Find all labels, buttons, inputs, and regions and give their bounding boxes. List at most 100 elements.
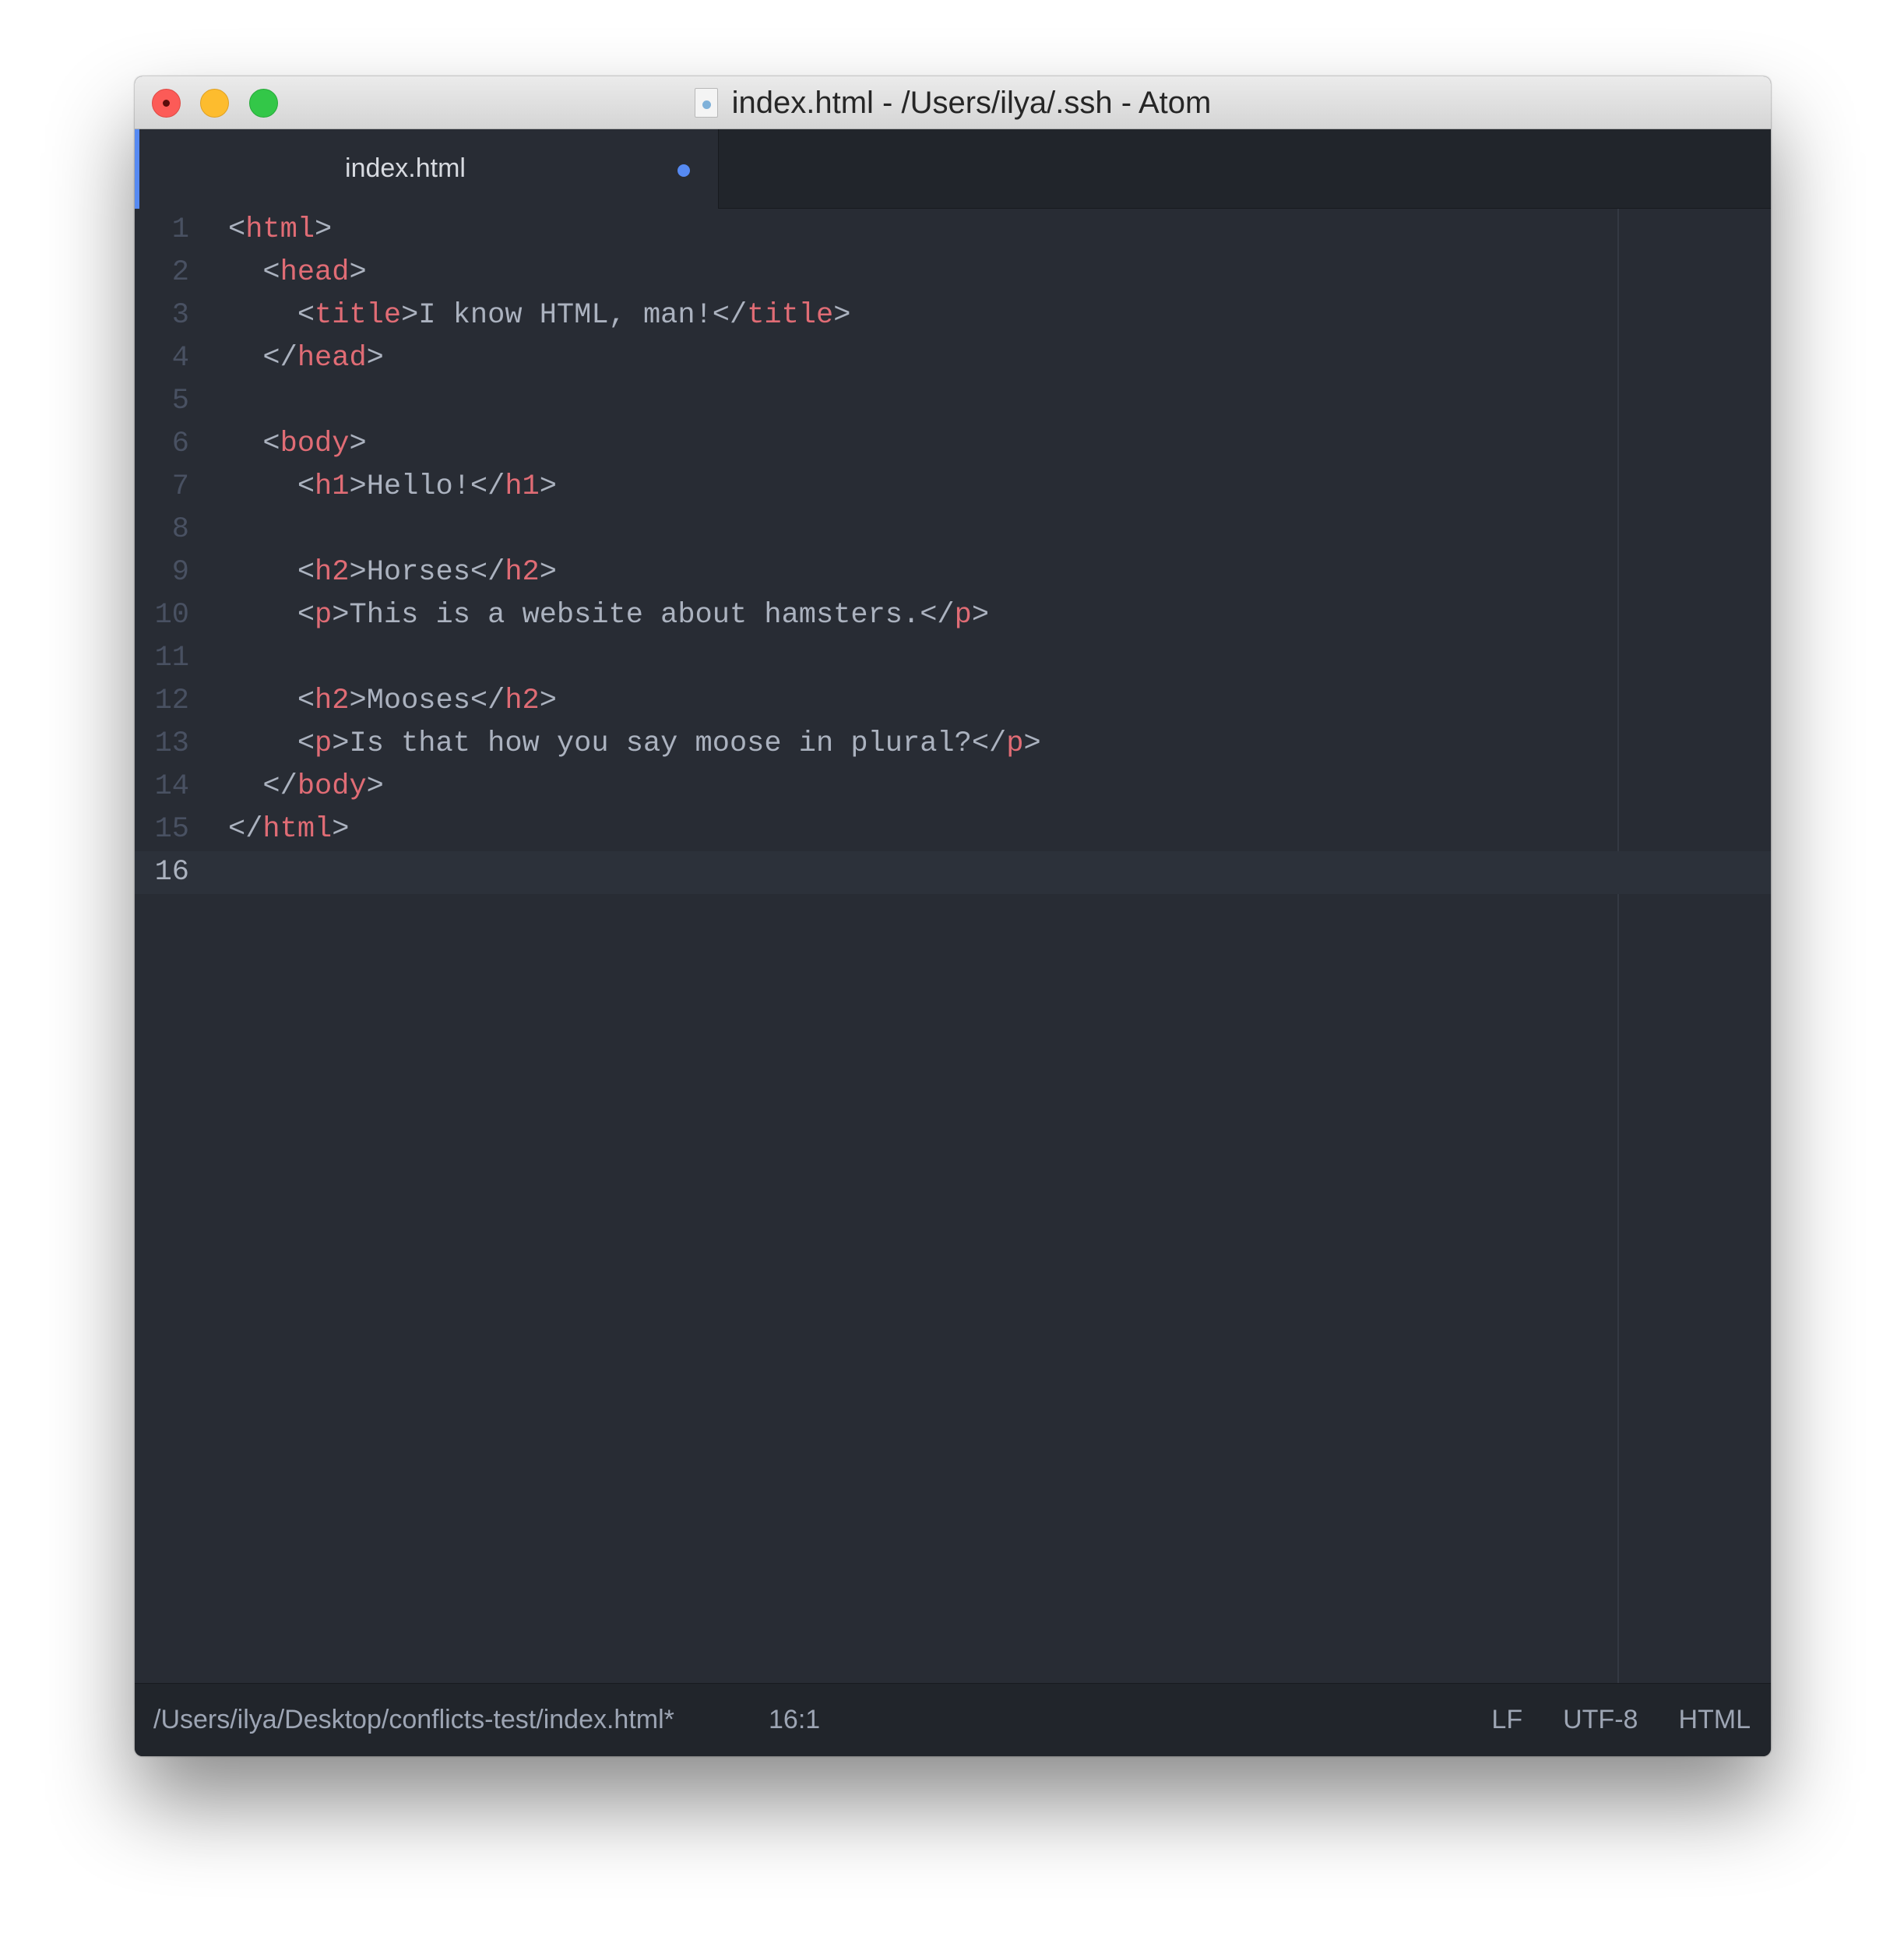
- code-line[interactable]: 6 <body>: [135, 423, 1771, 466]
- token-tag: h2: [505, 685, 540, 717]
- status-file-path[interactable]: /Users/ilya/Desktop/conflicts-test/index…: [153, 1684, 674, 1755]
- token-punc: <: [297, 727, 315, 760]
- line-code: <title>I know HTML, man!</title>: [228, 294, 851, 337]
- code-line[interactable]: 3 <title>I know HTML, man!</title>: [135, 294, 1771, 337]
- line-code: <html>: [228, 209, 332, 252]
- status-line-ending[interactable]: LF: [1491, 1684, 1522, 1755]
- line-code: <h2>Horses</h2>: [228, 551, 557, 594]
- token-punc: <: [297, 599, 315, 632]
- line-code: </body>: [228, 766, 384, 808]
- token-tag: body: [280, 428, 350, 460]
- token-punc: </: [971, 727, 1007, 760]
- atom-window: index.html - /Users/ilya/.ssh - Atom ind…: [135, 76, 1771, 1756]
- token-tag: body: [297, 770, 367, 803]
- code-line[interactable]: 9 <h2>Horses</h2>: [135, 551, 1771, 594]
- token-text: Hello!: [366, 470, 470, 503]
- token-punc: >: [366, 342, 384, 375]
- code-line[interactable]: 12 <h2>Mooses</h2>: [135, 680, 1771, 723]
- token-punc: >: [539, 685, 557, 717]
- line-code: <head>: [228, 252, 367, 294]
- token-punc: >: [1023, 727, 1041, 760]
- token-punc: </: [470, 685, 505, 717]
- token-punc: </: [470, 470, 505, 503]
- code-line[interactable]: 16: [135, 851, 1771, 894]
- line-number: 15: [154, 813, 189, 846]
- code-line[interactable]: 8: [135, 509, 1771, 551]
- document-icon: [694, 88, 718, 118]
- code-line[interactable]: 2 <head>: [135, 252, 1771, 294]
- token-tag: html: [245, 213, 315, 246]
- token-punc: >: [349, 470, 367, 503]
- token-punc: >: [349, 256, 367, 289]
- token-punc: >: [539, 556, 557, 589]
- line-number: 4: [171, 342, 189, 375]
- line-number: 11: [154, 642, 189, 674]
- tab-title: index.html: [345, 153, 466, 183]
- token-punc: </: [228, 813, 263, 846]
- title-bar[interactable]: index.html - /Users/ilya/.ssh - Atom: [135, 76, 1771, 129]
- line-number: 1: [171, 213, 189, 246]
- token-tag: p: [315, 727, 333, 760]
- line-code: <p>This is a website about hamsters.</p>: [228, 594, 989, 637]
- token-punc: <: [262, 428, 280, 460]
- status-bar: /Users/ilya/Desktop/conflicts-test/index…: [135, 1683, 1771, 1756]
- token-tag: h2: [505, 556, 540, 589]
- token-tag: head: [280, 256, 350, 289]
- token-text: I know HTML, man!: [418, 299, 713, 332]
- token-punc: >: [349, 428, 367, 460]
- line-code: </head>: [228, 337, 384, 380]
- status-encoding[interactable]: UTF-8: [1563, 1684, 1638, 1755]
- code-editor[interactable]: 1 <html> 2 <head> 3 <title>I know HTML, man…: [135, 209, 1771, 1683]
- line-number: 13: [154, 727, 189, 760]
- modified-dot-icon[interactable]: [677, 164, 690, 177]
- token-punc: </: [262, 342, 297, 375]
- code-line[interactable]: 5: [135, 380, 1771, 423]
- token-punc: <: [262, 256, 280, 289]
- line-code: <body>: [228, 423, 367, 466]
- token-punc: >: [366, 770, 384, 803]
- line-code: <h1>Hello!</h1>: [228, 466, 557, 509]
- token-punc: </: [262, 770, 297, 803]
- line-number: 6: [171, 428, 189, 460]
- code-line[interactable]: 14 </body>: [135, 766, 1771, 808]
- code-line[interactable]: 7 <h1>Hello!</h1>: [135, 466, 1771, 509]
- line-code: <p>Is that how you say moose in plural?<…: [228, 723, 1041, 766]
- status-cursor-position[interactable]: 16:1: [769, 1684, 820, 1755]
- tab-index-html[interactable]: index.html: [135, 129, 719, 209]
- code-line[interactable]: 15 </html>: [135, 808, 1771, 851]
- status-grammar[interactable]: HTML: [1678, 1684, 1751, 1755]
- token-punc: <: [297, 470, 315, 503]
- token-tag: p: [1006, 727, 1024, 760]
- token-text: Is that how you say moose in plural?: [349, 727, 972, 760]
- token-tag: p: [954, 599, 972, 632]
- token-text: This is a website about hamsters.: [349, 599, 920, 632]
- code-line[interactable]: 10 <p>This is a website about hamsters.<…: [135, 594, 1771, 637]
- token-tag: h2: [315, 556, 350, 589]
- line-number: 9: [171, 556, 189, 589]
- token-punc: </: [920, 599, 955, 632]
- code-line[interactable]: 1 <html>: [135, 209, 1771, 252]
- line-number: 2: [171, 256, 189, 289]
- token-tag: p: [315, 599, 333, 632]
- token-punc: <: [297, 685, 315, 717]
- line-code: </html>: [228, 808, 349, 851]
- token-tag: h1: [505, 470, 540, 503]
- tab-bar: index.html: [135, 129, 1771, 209]
- line-number: 16: [154, 856, 189, 889]
- window-title: index.html - /Users/ilya/.ssh - Atom: [731, 85, 1212, 120]
- token-tag: title: [747, 299, 834, 332]
- token-punc: <: [297, 556, 315, 589]
- token-punc: >: [401, 299, 419, 332]
- code-line[interactable]: 4 </head>: [135, 337, 1771, 380]
- token-punc: >: [971, 599, 990, 632]
- line-code: <h2>Mooses</h2>: [228, 680, 557, 723]
- code-line[interactable]: 13 <p>Is that how you say moose in plura…: [135, 723, 1771, 766]
- line-number: 14: [154, 770, 189, 803]
- token-punc: >: [349, 556, 367, 589]
- token-punc: </: [470, 556, 505, 589]
- status-right-group: LF UTF-8 HTML: [1491, 1684, 1751, 1755]
- code-line[interactable]: 11: [135, 637, 1771, 680]
- token-punc: <: [297, 299, 315, 332]
- token-punc: >: [332, 599, 350, 632]
- line-number: 12: [154, 685, 189, 717]
